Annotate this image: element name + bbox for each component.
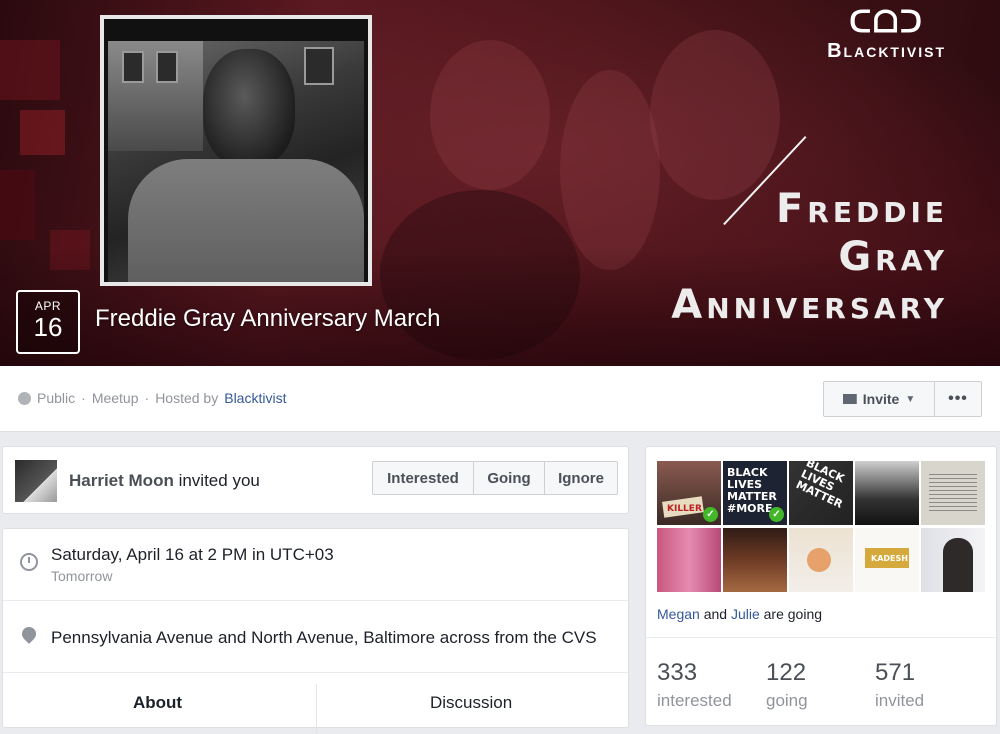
interested-button[interactable]: Interested bbox=[372, 461, 474, 495]
guest-thumbnail[interactable] bbox=[921, 461, 985, 525]
guest-thumbnail[interactable]: BLACK LIVES MATTER bbox=[789, 461, 853, 525]
event-meta: Public · Meetup · Hosted by Blacktivist bbox=[18, 390, 286, 406]
guest-thumbnail[interactable] bbox=[723, 528, 787, 592]
blacktivist-logo: ᑕᗝᑐ Blacktivist bbox=[827, 6, 946, 63]
invitation-card: Harriet Moon invited you Interested Goin… bbox=[2, 446, 629, 514]
clock-icon bbox=[20, 553, 38, 571]
event-type: Meetup bbox=[91, 390, 139, 406]
tab-about[interactable]: About bbox=[133, 693, 182, 713]
globe-icon bbox=[18, 391, 31, 405]
hosted-by-label: Hosted by bbox=[155, 390, 219, 406]
more-options-button[interactable]: ••• bbox=[934, 381, 982, 417]
ignore-button[interactable]: Ignore bbox=[544, 461, 618, 495]
event-location-row[interactable]: Pennsylvania Avenue and North Avenue, Ba… bbox=[3, 601, 628, 673]
guest-thumbnail[interactable]: BLACK LIVES MATTER #MORE ✓ bbox=[723, 461, 787, 525]
date-month: APR bbox=[34, 299, 62, 313]
chevron-down-icon: ▼ bbox=[905, 393, 916, 405]
invite-button[interactable]: Invite ▼ bbox=[823, 381, 935, 417]
going-button[interactable]: Going bbox=[473, 461, 545, 495]
event-privacy: Public bbox=[37, 390, 76, 406]
guest-thumbnail[interactable]: KADESH bbox=[855, 528, 919, 592]
guest-thumbnail[interactable] bbox=[855, 461, 919, 525]
tab-discussion[interactable]: Discussion bbox=[430, 693, 512, 713]
cover-headline: Freddie Gray Anniversary bbox=[671, 186, 948, 328]
friend-link[interactable]: Julie bbox=[731, 606, 760, 622]
guest-thumbnail[interactable] bbox=[921, 528, 985, 592]
event-location: Pennsylvania Avenue and North Avenue, Ba… bbox=[51, 628, 597, 647]
inviter-avatar[interactable] bbox=[15, 460, 57, 502]
event-info-bar: Public · Meetup · Hosted by Blacktivist … bbox=[0, 366, 1000, 432]
guest-photo-grid: KILLER ✓ BLACK LIVES MATTER #MORE ✓ BLACK … bbox=[657, 461, 985, 592]
check-icon: ✓ bbox=[703, 507, 718, 522]
guest-thumbnail[interactable] bbox=[657, 528, 721, 592]
event-time-row[interactable]: Saturday, April 16 at 2 PM in UTC+03 Tom… bbox=[3, 529, 628, 601]
guest-thumbnail[interactable]: KILLER ✓ bbox=[657, 461, 721, 525]
friend-link[interactable]: Megan bbox=[657, 606, 700, 622]
interested-count[interactable]: 333 interested bbox=[657, 659, 732, 711]
guest-thumbnail[interactable] bbox=[789, 528, 853, 592]
friends-going-text: Megan and Julie are going bbox=[657, 606, 823, 622]
event-details-card: Saturday, April 16 at 2 PM in UTC+03 Tom… bbox=[2, 528, 629, 734]
freddie-gray-portrait bbox=[100, 15, 372, 286]
rsvp-buttons: Interested Going Ignore bbox=[372, 461, 618, 495]
event-cover-photo[interactable]: ᑕᗝᑐ Blacktivist Freddie Gray Anniversary… bbox=[0, 0, 1000, 366]
invitation-text: Harriet Moon invited you bbox=[69, 471, 260, 490]
check-icon: ✓ bbox=[769, 507, 784, 522]
event-relative-time: Tomorrow bbox=[51, 568, 113, 584]
event-datetime: Saturday, April 16 at 2 PM in UTC+03 bbox=[51, 545, 334, 564]
inviter-name[interactable]: Harriet Moon bbox=[69, 471, 174, 490]
envelope-icon bbox=[842, 394, 857, 404]
guest-list-card: KILLER ✓ BLACK LIVES MATTER #MORE ✓ BLACK … bbox=[645, 446, 997, 726]
going-count[interactable]: 122 going bbox=[766, 659, 808, 711]
event-date-badge: APR 16 bbox=[16, 290, 80, 354]
date-day: 16 bbox=[33, 312, 63, 342]
invited-count[interactable]: 571 invited bbox=[875, 659, 924, 711]
location-pin-icon bbox=[19, 624, 39, 644]
host-link[interactable]: Blacktivist bbox=[224, 390, 286, 406]
event-title: Freddie Gray Anniversary March bbox=[95, 305, 441, 332]
